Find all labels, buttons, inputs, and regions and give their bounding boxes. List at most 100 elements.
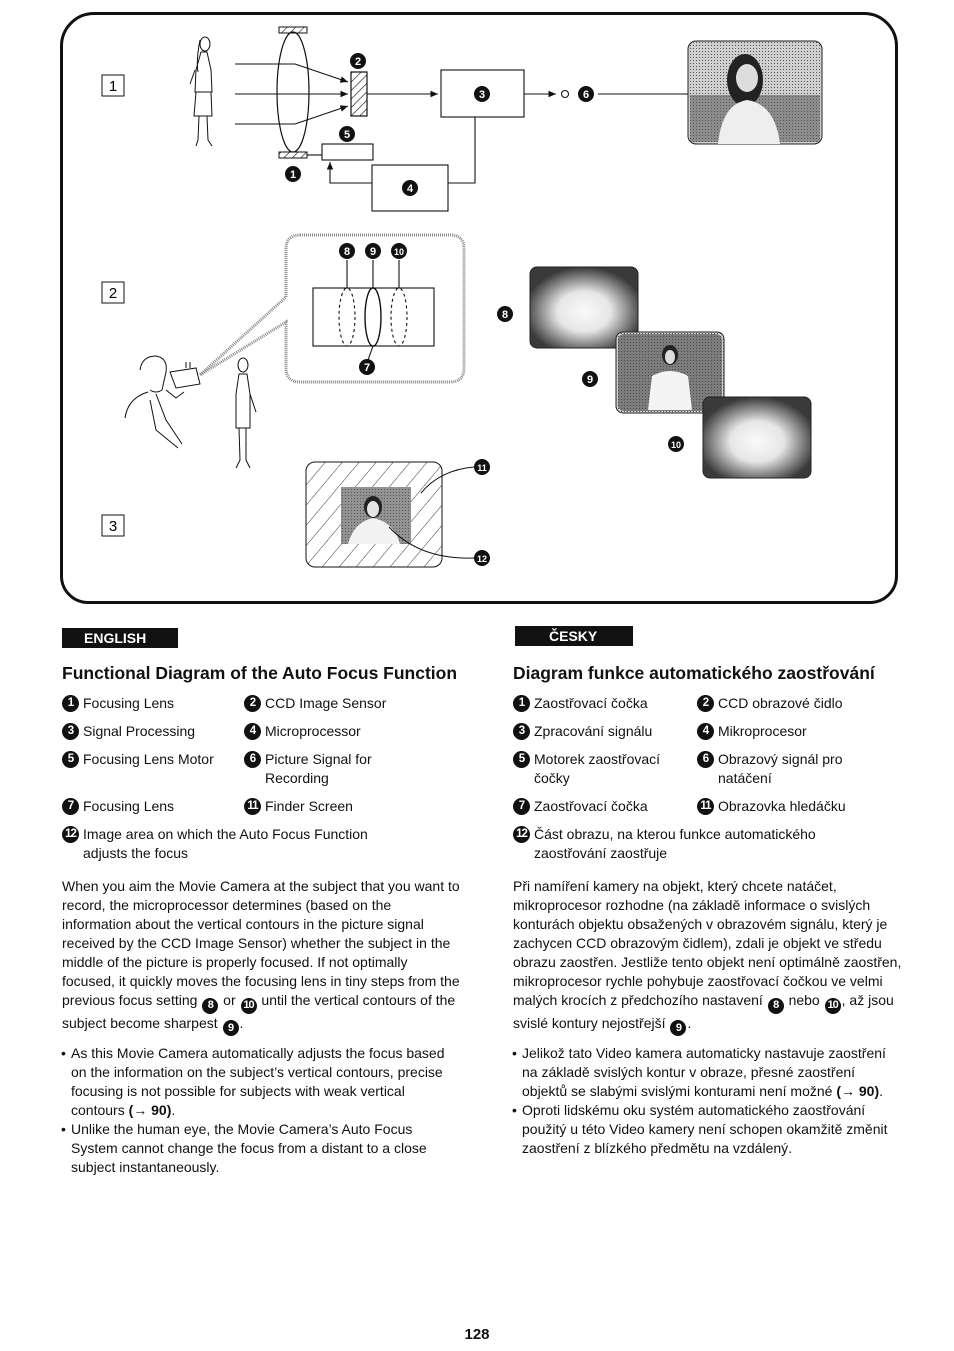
panel-label-2: 2	[101, 281, 125, 304]
english-description: When you aim the Movie Camera at the sub…	[62, 877, 462, 1036]
english-legend: 1 Focusing Lens 2 CCD Image Sensor 3 Signal…	[62, 694, 462, 863]
legend-item: 6 Obrazový signál pro natáčení	[697, 750, 903, 788]
legend-item: 3 Signal Processing	[62, 722, 244, 741]
lens-1	[276, 26, 310, 159]
svg-text:1: 1	[109, 78, 117, 95]
number-badge-icon: 11	[697, 798, 714, 815]
svg-text:11: 11	[477, 463, 487, 473]
light-rays	[235, 63, 349, 125]
legend-item: 4 Mikroprocesor	[697, 722, 903, 741]
english-heading: Functional Diagram of the Auto Focus Fun…	[62, 663, 458, 683]
svg-text:8: 8	[344, 246, 350, 258]
legend-item: 1 Focusing Lens	[62, 694, 244, 713]
callout-7: 7	[359, 359, 375, 375]
legend-item: 11 Obrazovka hledáčku	[697, 797, 903, 816]
number-badge-icon: 6	[244, 751, 261, 768]
person-figure-1	[189, 36, 213, 147]
number-badge-icon: 1	[513, 695, 530, 712]
callout-8-photo: 8	[497, 306, 513, 322]
language-tab-czech: ČESKY	[515, 626, 633, 646]
number-badge-icon: 8	[202, 997, 219, 1014]
legend-item: 7 Zaostřovací čočka	[513, 797, 697, 816]
callout-10: 10	[391, 243, 407, 259]
callout-10-photo: 10	[668, 436, 684, 452]
english-notes: As this Movie Camera automatically adjus…	[61, 1044, 462, 1177]
czech-notes: Jelikož tato Video kamera automaticky na…	[512, 1044, 903, 1158]
number-badge-icon: 2	[697, 695, 714, 712]
svg-text:2: 2	[355, 56, 361, 68]
legend-item: 12 Část obrazu, na kterou funkce automati…	[513, 825, 903, 863]
svg-text:9: 9	[587, 374, 593, 386]
callout-9-photo: 9	[582, 371, 598, 387]
legend-item: 1 Zaostřovací čočka	[513, 694, 697, 713]
svg-text:3: 3	[109, 518, 117, 535]
panel-label-1: 1	[101, 74, 125, 97]
note-item: Oproti lidskému oku systém automatického…	[512, 1101, 903, 1158]
number-badge-icon: 5	[62, 751, 79, 768]
svg-text:7: 7	[364, 362, 370, 374]
callout-8: 8	[339, 243, 355, 259]
svg-text:6: 6	[583, 89, 589, 101]
legend-item: 2 CCD Image Sensor	[244, 694, 462, 713]
number-badge-icon: 4	[697, 723, 714, 740]
svg-text:2: 2	[109, 285, 117, 302]
number-badge-icon: 6	[697, 751, 714, 768]
callout-11: 11	[474, 459, 490, 475]
czech-section: Diagram funkce automatického zaostřování…	[512, 662, 903, 1158]
svg-text:3: 3	[479, 89, 485, 101]
number-badge-icon: 3	[513, 723, 530, 740]
callout-4: 4	[402, 180, 418, 196]
number-badge-icon: 4	[244, 723, 261, 740]
legend-item: 12 Image area on which the Auto Focus Fun…	[62, 825, 462, 863]
legend-item: 11 Finder Screen	[244, 797, 462, 816]
number-badge-icon: 11	[244, 798, 261, 815]
number-badge-icon: 10	[240, 997, 257, 1014]
svg-text:1: 1	[290, 169, 296, 181]
svg-text:10: 10	[671, 440, 681, 450]
number-badge-icon: 7	[62, 798, 79, 815]
legend-item: 5 Motorek zaostřovací čočky	[513, 750, 697, 788]
legend-item: 3 Zpracování signálu	[513, 722, 697, 741]
number-badge-icon: 9	[670, 1020, 687, 1036]
page-reference-link: (→ 90)	[128, 1102, 172, 1118]
czech-description: Při namíření kamery na objekt, který chc…	[513, 877, 903, 1036]
english-section: Functional Diagram of the Auto Focus Fun…	[61, 662, 462, 1177]
callout-1: 1	[285, 166, 301, 182]
legend-item: 2 CCD obrazové čidlo	[697, 694, 903, 713]
auto-focus-area	[341, 487, 411, 544]
callout-2: 2	[350, 53, 366, 69]
number-badge-icon: 2	[244, 695, 261, 712]
number-badge-icon: 3	[62, 723, 79, 740]
legend-item: 6 Picture Signal for Recording	[244, 750, 462, 788]
page-number: 128	[464, 1326, 490, 1343]
language-tab-english: ENGLISH	[62, 628, 178, 648]
auto-focus-diagram: 1 2 3 1 2 3 4 5 6 7 8 9 10 8 9 10 11 12	[101, 26, 823, 568]
legend-item: 7 Focusing Lens	[62, 797, 244, 816]
photo-out-of-focus-far	[702, 396, 812, 479]
callout-5: 5	[339, 126, 355, 142]
legend-item: 4 Microprocessor	[244, 722, 462, 741]
number-badge-icon: 7	[513, 798, 530, 815]
recorded-picture-photo	[687, 40, 823, 145]
number-badge-icon: 12	[513, 826, 530, 843]
svg-text:4: 4	[407, 183, 414, 195]
svg-text:5: 5	[344, 129, 350, 141]
svg-text:12: 12	[477, 554, 487, 564]
svg-text:10: 10	[394, 247, 404, 257]
note-item: Jelikož tato Video kamera automaticky na…	[512, 1044, 903, 1101]
number-badge-icon: 5	[513, 751, 530, 768]
czech-heading: Diagram funkce automatického zaostřování	[513, 663, 875, 683]
svg-text:8: 8	[502, 309, 508, 321]
person-figure-2	[235, 357, 257, 469]
number-badge-icon: 10	[824, 997, 841, 1014]
panel-label-3: 3	[101, 514, 125, 537]
ccd-sensor	[350, 71, 368, 117]
callout-3: 3	[474, 86, 490, 102]
callout-12: 12	[474, 550, 490, 566]
callout-6: 6	[578, 86, 594, 102]
number-badge-icon: 1	[62, 695, 79, 712]
callout-9: 9	[365, 243, 381, 259]
legend-item: 5 Focusing Lens Motor	[62, 750, 244, 788]
note-item: As this Movie Camera automatically adjus…	[61, 1044, 462, 1120]
svg-text:9: 9	[370, 246, 376, 258]
